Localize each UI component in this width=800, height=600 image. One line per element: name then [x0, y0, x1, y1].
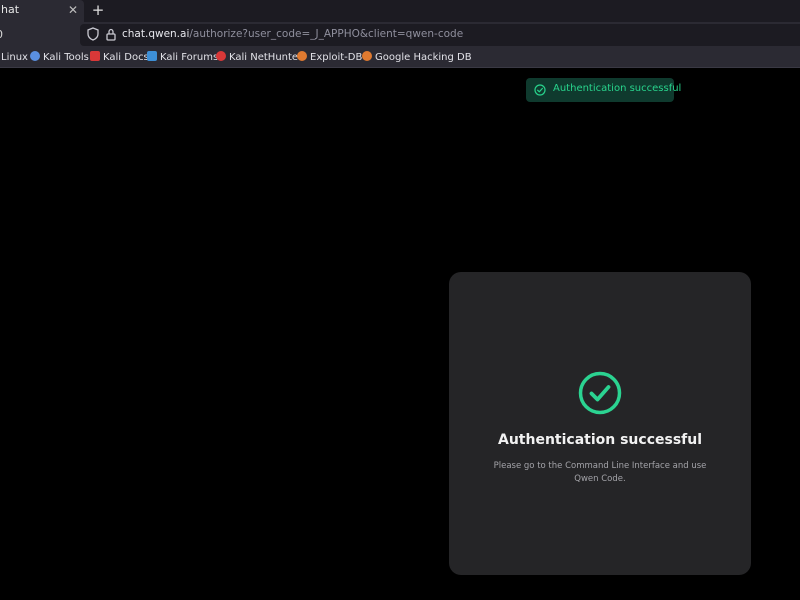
toast-message: Authentication successful	[553, 83, 682, 94]
bookmark-kali-forums[interactable]: Kali Forums	[147, 49, 218, 67]
success-toast: Authentication successful	[526, 78, 681, 102]
bookmark-label: Kali Tools	[43, 52, 89, 63]
lock-icon[interactable]	[105, 28, 117, 41]
url-text[interactable]: chat.qwen.ai/authorize?user_code=_J_APPH…	[122, 28, 463, 40]
bookmark-linux[interactable]: Linux	[1, 49, 28, 67]
bookmark-label: Linux	[1, 52, 28, 63]
exploit-db-icon	[297, 51, 307, 61]
close-icon[interactable]: ✕	[66, 2, 80, 18]
shield-icon[interactable]	[87, 27, 99, 41]
check-circle-icon	[534, 84, 546, 96]
url-host: chat.qwen.ai	[122, 28, 190, 40]
kali-tools-icon	[30, 51, 40, 61]
google-hacking-db-icon	[362, 51, 372, 61]
tab-title: hat	[1, 3, 20, 16]
card-description: Please go to the Command Line Interface …	[493, 461, 707, 484]
bookmark-label: Exploit-DB	[310, 52, 363, 63]
bookmark-kali-docs[interactable]: Kali Docs	[90, 49, 149, 67]
nav-edge-label: 0	[0, 27, 6, 43]
auth-success-card: Authentication successful Please go to t…	[449, 272, 751, 575]
kali-forums-icon	[147, 51, 157, 61]
bookmark-label: Kali Forums	[160, 52, 219, 63]
browser-tab[interactable]: hat ✕	[0, 0, 84, 22]
tab-strip: hat ✕ +	[0, 0, 800, 22]
kali-nethunter-icon	[216, 51, 226, 61]
url-path: /authorize?user_code=_J_APPHO&client=qwe…	[189, 28, 464, 40]
bookmark-label: Kali Docs	[103, 52, 149, 63]
bookmark-kali-tools[interactable]: Kali Tools	[30, 49, 89, 67]
bookmark-kali-nethunter[interactable]: Kali NetHunter	[216, 49, 302, 67]
card-title: Authentication successful	[497, 432, 703, 448]
check-circle-icon	[578, 371, 622, 415]
bookmarks-toolbar: Linux Kali Tools Kali Docs Kali Forums K…	[0, 48, 800, 68]
bookmark-label: Google Hacking DB	[375, 52, 472, 63]
kali-docs-icon	[90, 51, 100, 61]
bookmark-label: Kali NetHunter	[229, 52, 303, 63]
bookmark-exploit-db[interactable]: Exploit-DB	[297, 49, 362, 67]
new-tab-button[interactable]: +	[90, 1, 106, 19]
bookmark-google-hacking-db[interactable]: Google Hacking DB	[362, 49, 472, 67]
